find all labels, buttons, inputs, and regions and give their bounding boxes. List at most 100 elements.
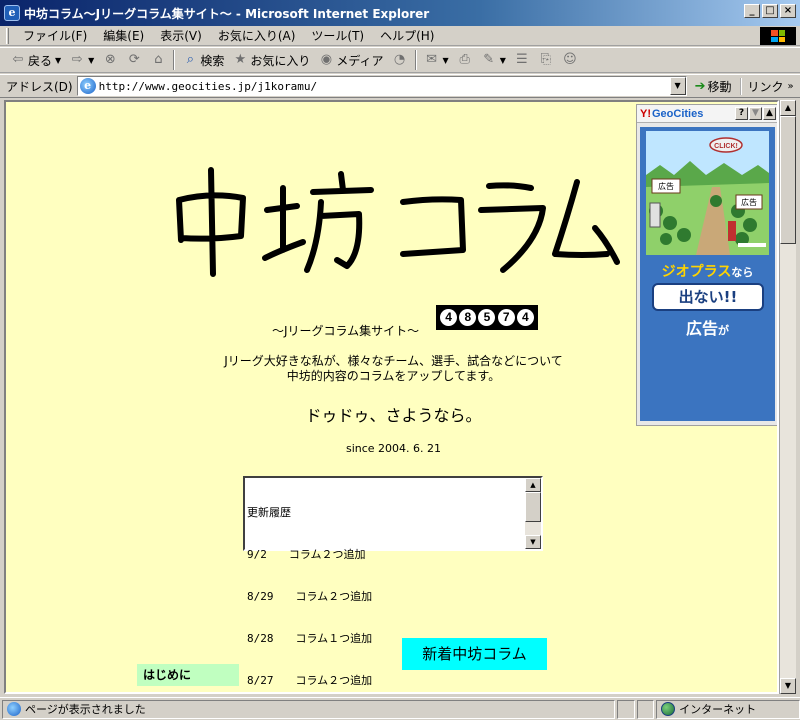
research-button[interactable]: ⎘	[534, 49, 558, 71]
history-entry: 8/27 コラム２つ追加	[247, 674, 373, 687]
status-bar: ページが表示されました インターネット	[0, 697, 800, 720]
back-dropdown-icon[interactable]: ▼	[55, 56, 61, 65]
ad-expand-icon[interactable]: ▲	[763, 107, 776, 120]
counter-digit: 5	[478, 309, 496, 326]
site-subtitle: 〜Jリーグコラム集サイト〜	[272, 324, 420, 338]
address-bar: アドレス(D) e ▼ ➔ 移動 リンク »	[0, 74, 800, 98]
menu-view[interactable]: 表示(V)	[152, 27, 210, 44]
edit-button[interactable]: ✎ ▼	[477, 49, 510, 71]
status-cell-empty	[636, 699, 655, 719]
site-logo	[176, 167, 620, 277]
ad-footer-small: が	[718, 324, 729, 337]
status-cell-empty	[617, 699, 635, 719]
geocities-logo: GeoCities	[652, 107, 704, 120]
history-entry: 9/2 コラム２つ追加	[247, 548, 366, 561]
history-button[interactable]: ◔	[388, 49, 412, 71]
menu-tools[interactable]: ツール(T)	[303, 27, 372, 44]
links-label: リンク	[747, 79, 784, 94]
refresh-button[interactable]: ⟳	[122, 49, 146, 71]
toolbar-separator	[173, 50, 176, 70]
intro-link[interactable]: はじめに	[137, 664, 239, 686]
edit-icon: ✎	[483, 52, 495, 67]
security-zone: インターネット	[656, 699, 800, 719]
globe-icon	[661, 702, 676, 716]
new-columns-link[interactable]: 新着中坊コラム	[402, 638, 547, 670]
counter-digit: 7	[497, 309, 515, 326]
history-title: 更新履歴	[247, 506, 291, 519]
menu-edit[interactable]: 編集(E)	[95, 27, 152, 44]
mail-button[interactable]: ✉ ▼	[420, 49, 453, 71]
print-button[interactable]: ⎙	[453, 49, 477, 71]
ad-footer: 広告が	[640, 315, 775, 339]
history-scroll-thumb[interactable]	[525, 492, 541, 522]
menu-file[interactable]: ファイル(F)	[15, 27, 95, 44]
print-icon: ⎙	[459, 52, 470, 67]
toolbar-separator	[414, 50, 417, 70]
address-label: アドレス(D)	[6, 79, 73, 94]
address-input[interactable]	[98, 79, 659, 93]
messenger-icon: ☺	[563, 52, 577, 67]
ad-illustration: CLICK! 広告 広告	[646, 131, 769, 255]
geocities-ad[interactable]: Y! GeoCities ? ▼ ▲ CLICK! 広告 広告 ジオプラスなら …	[636, 104, 777, 426]
page-content: 〜Jリーグコラム集サイト〜 4 8 5 7 4 Jリーグ大好きな私が、様々なチー…	[4, 100, 779, 694]
messenger-button[interactable]: ☺	[558, 49, 582, 71]
yahoo-logo: Y!	[640, 107, 651, 120]
menu-help[interactable]: ヘルプ(H)	[372, 27, 442, 44]
minimize-button[interactable]: _	[744, 4, 760, 18]
ad-headline: ジオプラスなら	[640, 261, 775, 281]
address-dropdown-icon[interactable]: ▼	[669, 77, 686, 95]
counter-digit: 4	[516, 309, 534, 326]
ad-sign-text: 広告	[658, 181, 674, 191]
ad-footer-main: 広告	[685, 319, 718, 338]
favorites-button[interactable]: ★ お気に入り	[228, 49, 314, 71]
chevron-right-icon: »	[787, 80, 794, 92]
scroll-down-icon[interactable]: ▼	[780, 678, 796, 694]
stop-button[interactable]: ⊗	[98, 49, 122, 71]
ad-bubble: 出ない!!	[652, 283, 764, 311]
counter-digit: 8	[459, 309, 477, 326]
home-icon: ⌂	[154, 52, 163, 67]
favorites-icon: ★	[234, 52, 247, 67]
back-arrow-icon: ⇦	[12, 52, 24, 67]
ad-headline-small: なら	[731, 266, 754, 279]
ad-collapse-icon[interactable]: ▼	[749, 107, 762, 120]
scroll-down-icon[interactable]: ▼	[525, 535, 541, 549]
go-label: 移動	[707, 79, 732, 94]
back-label: 戻る	[28, 53, 53, 68]
menu-favorites[interactable]: お気に入り(A)	[210, 27, 304, 44]
forward-button[interactable]: ⇨ ▼	[65, 49, 98, 71]
ad-help-button[interactable]: ?	[735, 107, 748, 120]
search-label: 検索	[200, 53, 225, 68]
address-field[interactable]: e ▼	[76, 76, 687, 96]
edit-dropdown-icon[interactable]: ▼	[500, 56, 506, 65]
status-text: ページが表示されました	[25, 703, 146, 716]
back-button[interactable]: ⇦ 戻る ▼	[6, 49, 65, 71]
mail-dropdown-icon[interactable]: ▼	[443, 56, 449, 65]
ad-click-text: CLICK!	[714, 143, 738, 150]
menu-bar: ファイル(F) 編集(E) 表示(V) お気に入り(A) ツール(T) ヘルプ(…	[0, 26, 800, 46]
go-arrow-icon: ➔	[694, 78, 706, 94]
page-scrollbar[interactable]: ▲ ▼	[779, 100, 796, 694]
ad-banner[interactable]: CLICK! 広告 広告 ジオプラスなら 出ない!! 広告が	[640, 127, 775, 421]
windows-logo-icon	[760, 27, 796, 45]
zone-text: インターネット	[679, 703, 757, 716]
update-history-box[interactable]: 更新履歴 9/2 コラム２つ追加 8/29 コラム２つ追加 8/28 コラム１つ…	[243, 476, 543, 687]
forward-dropdown-icon[interactable]: ▼	[88, 56, 94, 65]
stop-icon: ⊗	[104, 52, 116, 67]
discuss-button[interactable]: ☰	[510, 49, 534, 71]
links-button[interactable]: リンク »	[739, 77, 794, 95]
scroll-thumb[interactable]	[780, 116, 796, 244]
maximize-button[interactable]: □	[762, 4, 778, 18]
scroll-up-icon[interactable]: ▲	[525, 478, 541, 492]
menu-grip[interactable]	[6, 27, 9, 44]
favorites-label: お気に入り	[250, 53, 311, 68]
history-scrollbar[interactable]: ▲ ▼	[525, 478, 541, 549]
discuss-icon: ☰	[516, 52, 528, 67]
search-button[interactable]: ⌕ 検索	[178, 49, 228, 71]
scroll-up-icon[interactable]: ▲	[780, 100, 796, 116]
media-button[interactable]: ◉ メディア	[314, 49, 387, 71]
go-button[interactable]: ➔ 移動	[695, 78, 732, 95]
close-button[interactable]: ×	[780, 4, 796, 18]
media-icon: ◉	[320, 52, 333, 67]
home-button[interactable]: ⌂	[146, 49, 170, 71]
